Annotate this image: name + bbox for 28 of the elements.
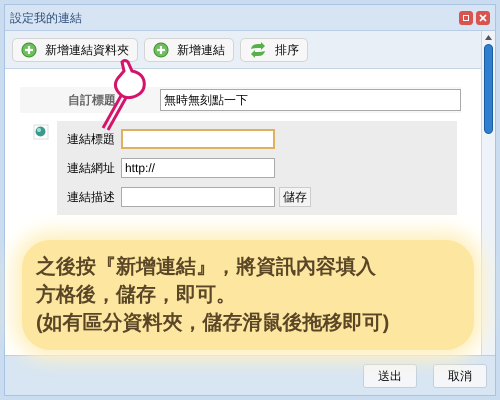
scroll-up-icon <box>485 35 492 40</box>
dialog-button[interactable]: 取消 <box>433 364 487 388</box>
scrollbar-thumb[interactable] <box>484 44 493 134</box>
input-field[interactable]: http:// <box>121 158 275 178</box>
dialog-button[interactable]: 送出 <box>363 364 417 388</box>
window-title: 設定我的連結 <box>10 10 82 26</box>
close-button[interactable] <box>476 10 490 24</box>
close-icon <box>479 14 487 22</box>
field-label: 連結標題 <box>67 131 116 148</box>
scrollbar[interactable] <box>481 31 495 355</box>
annotation-text: (如有區分資料夾，儲存滑鼠後拖移即可) <box>36 311 390 336</box>
input-field[interactable]: 無時無刻點一下 <box>160 89 461 111</box>
field-label: 連結網址 <box>67 160 116 177</box>
toolbar-button[interactable]: 新增連結 <box>144 38 234 62</box>
annotation-text: 之後按『新增連結』，將資訊內容填入 <box>36 254 377 280</box>
input-field[interactable] <box>121 129 275 149</box>
plus-icon <box>21 42 37 58</box>
toolbar-button[interactable]: 排序 <box>240 38 308 62</box>
annotation-text: 方格後，儲存，即可。 <box>36 282 237 308</box>
refresh-icon <box>249 42 267 58</box>
field-label: 連結描述 <box>67 189 116 206</box>
plus-icon <box>153 42 169 58</box>
restore-button[interactable] <box>459 10 473 24</box>
field-label: 自訂標題 <box>67 92 116 109</box>
input-field[interactable] <box>121 187 275 207</box>
save-button[interactable]: 儲存 <box>279 187 311 207</box>
globe-icon <box>33 124 49 140</box>
toolbar-button[interactable]: 新增連結資料夾 <box>12 38 138 62</box>
